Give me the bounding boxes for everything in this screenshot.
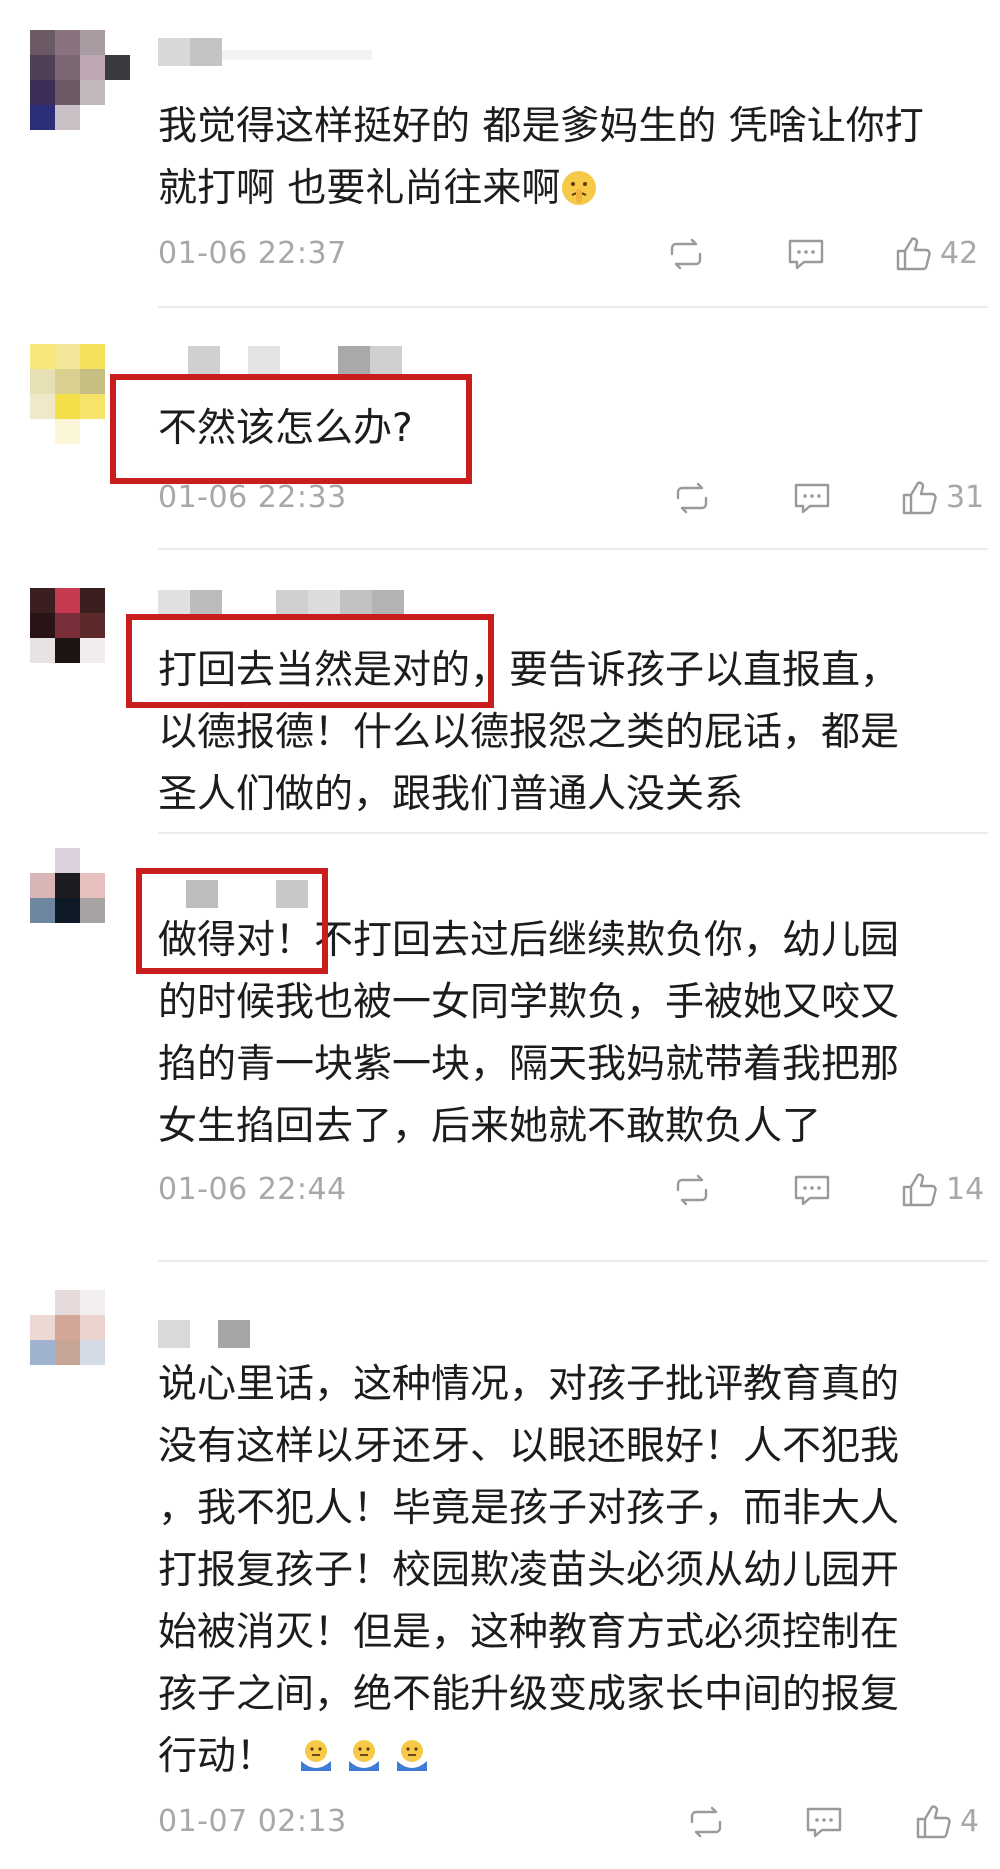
comment-meta: 01-06 22:37 42 [158,232,988,276]
thumbs-up-icon[interactable] [898,476,942,520]
highlight-box [110,374,472,484]
comment-meta: 01-07 02:13 4 [158,1800,988,1844]
divider [158,548,988,550]
timestamp: 01-06 22:44 [158,1172,347,1207]
timestamp: 01-06 22:33 [158,480,347,515]
comment-icon[interactable] [784,232,828,276]
username-blurred[interactable] [158,38,418,66]
comment-meta: 01-06 22:44 14 [158,1168,988,1212]
repost-icon[interactable] [664,232,708,276]
like-count: 42 [940,236,979,271]
like-count: 4 [960,1804,980,1839]
shrug-emoji [297,1732,335,1771]
thumbs-up-icon[interactable] [892,232,936,276]
repost-icon[interactable] [684,1800,728,1844]
comment-text: 说心里话，这种情况，对孩子批评教育真的 没有这样以牙还牙、以眼还眼好！人不犯我 … [158,1362,900,1779]
shrug-emoji [393,1732,431,1771]
avatar[interactable] [30,848,130,948]
like-count: 31 [946,480,985,515]
comment-icon[interactable] [802,1800,846,1844]
avatar[interactable] [30,1290,130,1390]
comment-meta: 01-06 22:33 31 [158,476,988,520]
shrug-emoji [345,1732,383,1771]
repost-icon[interactable] [670,1168,714,1212]
thumbs-up-icon[interactable] [898,1168,942,1212]
shush-face-emoji [560,164,598,205]
timestamp: 01-07 02:13 [158,1804,347,1839]
divider [158,1260,988,1262]
highlight-box [136,868,328,974]
divider [158,306,988,308]
comment-icon[interactable] [790,1168,834,1212]
timestamp: 01-06 22:37 [158,236,347,271]
divider [158,832,988,834]
username-blurred[interactable] [158,346,418,374]
thumbs-up-icon[interactable] [912,1800,956,1844]
comment-icon[interactable] [790,476,834,520]
avatar[interactable] [30,30,130,130]
repost-icon[interactable] [670,476,714,520]
username-blurred[interactable] [158,1320,318,1348]
highlight-box [126,614,494,708]
avatar[interactable] [30,588,130,688]
comment-text: 我觉得这样挺好的 都是爹妈生的 凭啥让你打 就打啊 也要礼尚往来啊 [158,104,924,211]
like-count: 14 [946,1172,985,1207]
